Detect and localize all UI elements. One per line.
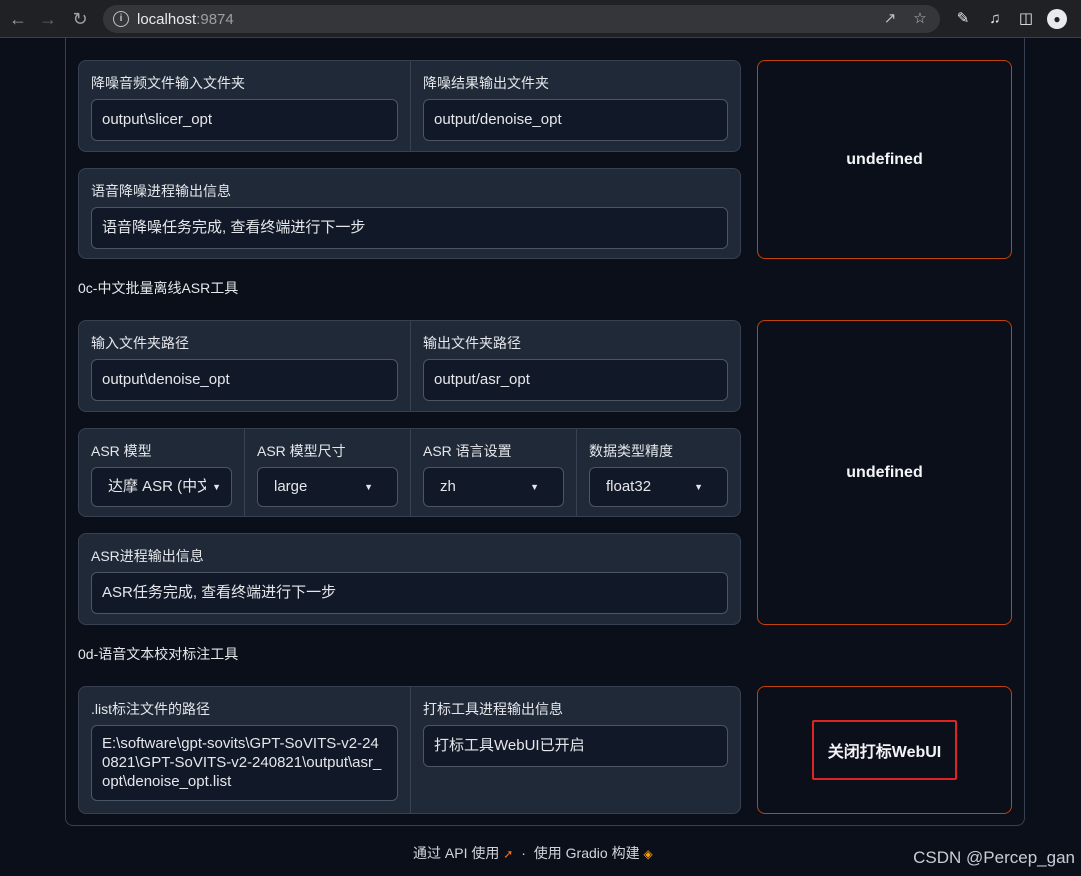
denoise-path-row: 降噪音频文件输入文件夹 output\slicer_opt 降噪结果输出文件夹 … (78, 60, 741, 152)
share-icon[interactable]: ↗ (880, 9, 900, 29)
site-info-icon[interactable]: i (113, 11, 129, 27)
asr-section-title: 0c-中文批量离线ASR工具 (78, 280, 239, 296)
asr-precision-dropdown[interactable]: float32 ▼ (589, 467, 728, 507)
asr-output-field[interactable]: output/asr_opt (423, 359, 728, 401)
denoise-input-group: 降噪音频文件输入文件夹 output\slicer_opt (79, 61, 410, 151)
list-path-field[interactable]: E:\software\gpt-sovits\GPT-SoVITS-v2-240… (91, 725, 398, 801)
footer-separator: · (521, 845, 526, 861)
url-text[interactable]: localhost:9874 (137, 11, 234, 28)
bookmark-star-icon[interactable]: ☆ (910, 9, 930, 29)
asr-output-label: 输出文件夹路径 (423, 335, 521, 351)
chevron-down-icon: ▼ (364, 482, 373, 492)
extensions-icon[interactable]: ✎ (952, 8, 974, 30)
media-control-icon[interactable]: ♫ (984, 8, 1006, 30)
profile-avatar-icon[interactable]: ● (1047, 9, 1067, 29)
asr-output-group: 输出文件夹路径 output/asr_opt (410, 321, 740, 411)
built-with-gradio-link[interactable]: 使用 Gradio 构建 (534, 845, 640, 861)
asr-size-value: large (274, 478, 308, 495)
asr-precision-group: 数据类型精度 float32 ▼ (576, 429, 740, 516)
chevron-down-icon: ▼ (206, 468, 221, 506)
forward-icon[interactable]: → (36, 7, 60, 31)
asr-info-group: ASR进程输出信息 ASR任务完成, 查看终端进行下一步 (78, 533, 741, 625)
asr-input-label: 输入文件夹路径 (91, 335, 189, 351)
asr-lang-label: ASR 语言设置 (423, 443, 512, 459)
close-labeling-webui-label: 关闭打标WebUI (827, 744, 942, 761)
labeling-info-group: 打标工具进程输出信息 打标工具WebUI已开启 (410, 687, 740, 813)
denoise-output-label: 降噪结果输出文件夹 (423, 75, 549, 91)
asr-info-field[interactable]: ASR任务完成, 查看终端进行下一步 (91, 572, 728, 614)
denoise-input-label: 降噪音频文件输入文件夹 (91, 75, 245, 91)
highlight-frame: 关闭打标WebUI (811, 720, 958, 780)
denoise-output-field[interactable]: output/denoise_opt (423, 99, 728, 141)
footer: 通过 API 使用 ➚ · 使用 Gradio 构建 ◈ (413, 843, 653, 863)
asr-model-label: ASR 模型 (91, 443, 152, 459)
asr-lang-group: ASR 语言设置 zh ▼ (410, 429, 576, 516)
denoise-button[interactable]: undefined (757, 60, 1012, 259)
url-port: :9874 (196, 11, 234, 28)
asr-settings-row: ASR 模型 达摩 ASR (中文) ▼ ASR 模型尺寸 large ▼ ASR … (78, 428, 741, 517)
chevron-down-icon: ▼ (694, 482, 703, 492)
asr-path-row: 输入文件夹路径 output\denoise_opt 输出文件夹路径 outpu… (78, 320, 741, 412)
labeling-info-field[interactable]: 打标工具WebUI已开启 (423, 725, 728, 767)
use-via-api-link[interactable]: 通过 API 使用 (413, 845, 499, 861)
close-labeling-webui-button[interactable]: 关闭打标WebUI (757, 686, 1012, 814)
denoise-output-group: 降噪结果输出文件夹 output/denoise_opt (410, 61, 740, 151)
browser-toolbar: ← → ↻ i localhost:9874 ↗ ☆ ✎ ♫ ◫ ● (0, 0, 1081, 38)
asr-size-label: ASR 模型尺寸 (257, 443, 346, 459)
asr-lang-value: zh (440, 478, 456, 495)
asr-button[interactable]: undefined (757, 320, 1012, 625)
csdn-watermark: CSDN @Percep_gan (913, 848, 1075, 867)
address-bar[interactable]: i localhost:9874 ↗ ☆ (103, 5, 940, 33)
labeling-section-title: 0d-语音文本校对标注工具 (78, 646, 239, 662)
list-path-label: .list标注文件的路径 (91, 701, 210, 717)
asr-model-dropdown[interactable]: 达摩 ASR (中文) ▼ (91, 467, 232, 507)
asr-precision-label: 数据类型精度 (589, 443, 673, 459)
reload-icon[interactable]: ↻ (68, 7, 92, 31)
denoise-button-label: undefined (846, 150, 923, 168)
labeling-row: .list标注文件的路径 E:\software\gpt-sovits\GPT-… (78, 686, 741, 814)
gradio-logo-icon: ◈ (643, 847, 653, 861)
asr-button-label: undefined (846, 463, 923, 481)
denoise-info-field[interactable]: 语音降噪任务完成, 查看终端进行下一步 (91, 207, 728, 249)
asr-size-dropdown[interactable]: large ▼ (257, 467, 398, 507)
chevron-down-icon: ▼ (530, 482, 539, 492)
asr-model-group: ASR 模型 达摩 ASR (中文) ▼ (79, 429, 244, 516)
url-host: localhost (137, 11, 197, 28)
rocket-icon: ➚ (503, 847, 514, 861)
asr-input-field[interactable]: output\denoise_opt (91, 359, 398, 401)
list-path-group: .list标注文件的路径 E:\software\gpt-sovits\GPT-… (79, 687, 410, 813)
asr-precision-value: float32 (606, 478, 652, 495)
labeling-info-label: 打标工具进程输出信息 (423, 701, 563, 717)
asr-input-group: 输入文件夹路径 output\denoise_opt (79, 321, 410, 411)
denoise-info-group: 语音降噪进程输出信息 语音降噪任务完成, 查看终端进行下一步 (78, 168, 741, 259)
side-panel-icon[interactable]: ◫ (1015, 8, 1037, 30)
back-icon[interactable]: ← (6, 7, 30, 31)
denoise-info-label: 语音降噪进程输出信息 (91, 183, 231, 199)
asr-model-value: 达摩 ASR (中文) (108, 478, 218, 495)
asr-lang-dropdown[interactable]: zh ▼ (423, 467, 564, 507)
asr-info-label: ASR进程输出信息 (91, 548, 204, 564)
asr-size-group: ASR 模型尺寸 large ▼ (244, 429, 410, 516)
denoise-input-field[interactable]: output\slicer_opt (91, 99, 398, 141)
